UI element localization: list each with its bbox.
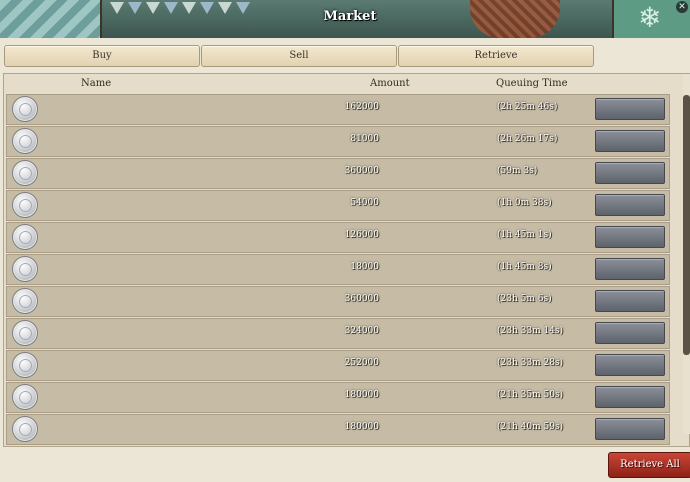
retrieve-list-panel: Name Amount Queuing Time 162000 (2h 25m 4… xyxy=(3,73,690,447)
row-queuing-time: (21h 40m 59s) xyxy=(497,422,564,432)
row-retrieve-button[interactable] xyxy=(595,162,665,184)
row-queuing-time: (23h 33m 28s) xyxy=(497,358,564,368)
row-queuing-time: (2h 26m 17s) xyxy=(497,134,558,144)
table-row: 180000 (21h 40m 59s) xyxy=(6,414,670,445)
row-amount: 162000 xyxy=(344,102,379,112)
row-retrieve-button[interactable] xyxy=(595,290,665,312)
row-amount: 180000 xyxy=(344,422,379,432)
row-queuing-time: (59m 3s) xyxy=(497,166,538,176)
row-amount: 18000 xyxy=(350,262,379,272)
table-row: 180000 (21h 35m 50s) xyxy=(6,382,670,413)
scrollbar-thumb[interactable] xyxy=(683,95,690,355)
table-row: 54000 (1h 0m 38s) xyxy=(6,190,670,221)
row-queuing-time: (21h 35m 50s) xyxy=(497,390,564,400)
row-queuing-time: (1h 45m 1s) xyxy=(497,230,552,240)
tab-buy[interactable]: Buy xyxy=(4,45,200,67)
column-header-amount: Amount xyxy=(370,78,410,89)
row-amount: 360000 xyxy=(344,166,379,176)
row-retrieve-button[interactable] xyxy=(595,354,665,376)
table-row: 252000 (23h 33m 28s) xyxy=(6,350,670,381)
row-retrieve-button[interactable] xyxy=(595,418,665,440)
window-title: Market xyxy=(323,9,377,24)
row-retrieve-button[interactable] xyxy=(595,386,665,408)
row-retrieve-button[interactable] xyxy=(595,258,665,280)
table-row: 162000 (2h 25m 46s) xyxy=(6,94,670,125)
row-retrieve-button[interactable] xyxy=(595,322,665,344)
table-row: 81000 (2h 26m 17s) xyxy=(6,126,670,157)
table-row: 360000 (59m 3s) xyxy=(6,158,670,189)
table-row: 18000 (1h 45m 8s) xyxy=(6,254,670,285)
row-retrieve-button[interactable] xyxy=(595,194,665,216)
table-row: 360000 (23h 5m 6s) xyxy=(6,286,670,317)
silver-coin-icon xyxy=(12,224,38,250)
silver-coin-icon xyxy=(12,384,38,410)
row-queuing-time: (2h 25m 46s) xyxy=(497,102,558,112)
silver-coin-icon xyxy=(12,256,38,282)
table-row: 126000 (1h 45m 1s) xyxy=(6,222,670,253)
row-amount: 126000 xyxy=(344,230,379,240)
row-retrieve-button[interactable] xyxy=(595,98,665,120)
silver-coin-icon xyxy=(12,160,38,186)
row-amount: 81000 xyxy=(350,134,379,144)
tab-retrieve[interactable]: Retrieve xyxy=(398,45,594,67)
silver-coin-icon xyxy=(12,352,38,378)
row-amount: 252000 xyxy=(344,358,379,368)
silver-coin-icon xyxy=(12,288,38,314)
row-queuing-time: (23h 33m 14s) xyxy=(497,326,564,336)
row-amount: 360000 xyxy=(344,294,379,304)
retrieve-all-button[interactable]: Retrieve All xyxy=(608,452,690,478)
silver-coin-icon xyxy=(12,192,38,218)
row-amount: 54000 xyxy=(350,198,379,208)
column-header-name: Name xyxy=(81,78,112,89)
tab-sell[interactable]: Sell xyxy=(201,45,397,67)
silver-coin-icon xyxy=(12,416,38,442)
row-amount: 180000 xyxy=(344,390,379,400)
row-retrieve-button[interactable] xyxy=(595,226,665,248)
silver-coin-icon xyxy=(12,128,38,154)
row-amount: 324000 xyxy=(344,326,379,336)
row-queuing-time: (1h 45m 8s) xyxy=(497,262,552,272)
silver-coin-icon xyxy=(12,96,38,122)
silver-coin-icon xyxy=(12,320,38,346)
row-retrieve-button[interactable] xyxy=(595,130,665,152)
row-queuing-time: (1h 0m 38s) xyxy=(497,198,552,208)
table-row: 324000 (23h 33m 14s) xyxy=(6,318,670,349)
row-queuing-time: (23h 5m 6s) xyxy=(497,294,552,304)
column-header-queuing-time: Queuing Time xyxy=(496,78,568,89)
